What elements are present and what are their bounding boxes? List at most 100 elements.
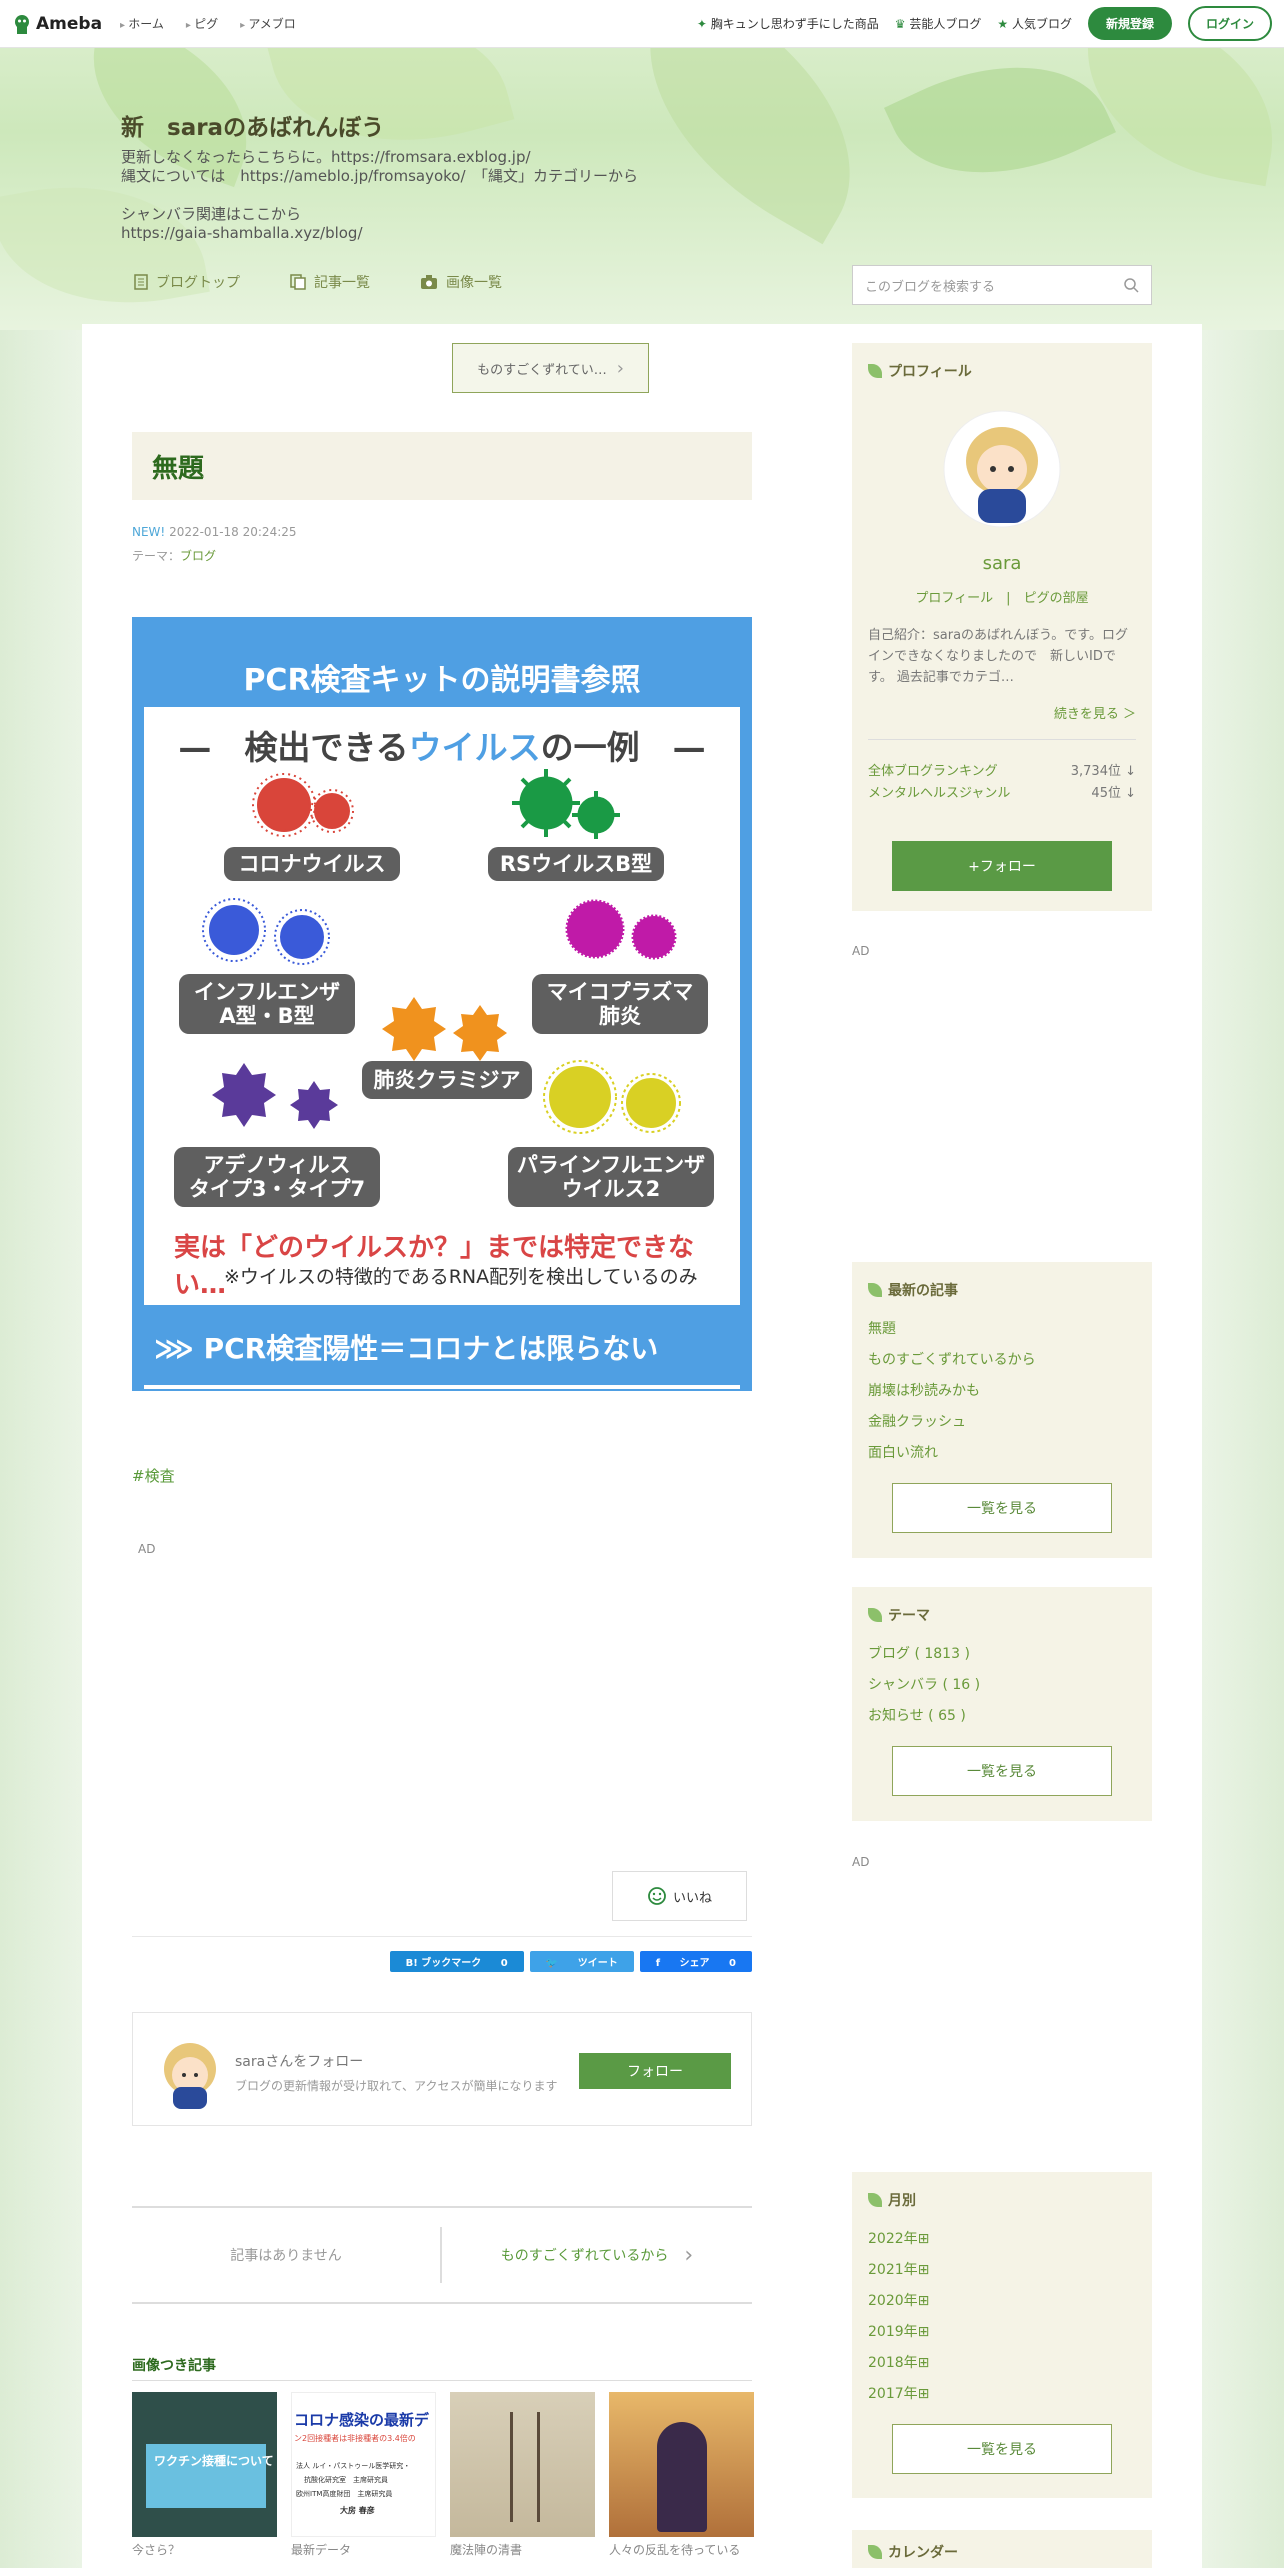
expand-icon[interactable]: ⊞ <box>918 2386 930 2402</box>
thumbnail-text: コロナ感染の最新デ <box>294 2411 430 2429</box>
month-item[interactable]: 2017年⊞ <box>852 2379 1152 2410</box>
month-label: 2020年 <box>868 2293 918 2309</box>
expand-icon[interactable]: ⊞ <box>918 2262 930 2278</box>
follow-button[interactable]: フォロー <box>579 2053 731 2089</box>
month-item[interactable]: 2020年⊞ <box>852 2286 1152 2317</box>
article-image[interactable]: PCR検査キットの説明書参照 — 検出できるウイルスの一例 — コロナウイルス … <box>132 617 752 1391</box>
label-influenza: インフルエンザ A型・B型 <box>179 974 355 1034</box>
profile-intro: 自己紹介：saraのあばれんぼう。です。ログインできなくなりましたので 新しいI… <box>868 628 1128 685</box>
ad-label: AD <box>138 1542 156 1556</box>
profile-links: プロフィール | ピグの部屋 <box>915 591 1089 606</box>
prev-article-label: ものすごくずれてい… <box>477 362 607 378</box>
ranking-labels: 全体ブログランキング メンタルヘルスジャンル <box>868 761 1010 805</box>
sidebar-follow-button[interactable]: +フォロー <box>892 841 1112 891</box>
login-button[interactable]: ログイン <box>1187 6 1272 41</box>
pager-next[interactable]: ものすごくずれているから › <box>442 2243 752 2268</box>
nav-goods[interactable]: ✦ 胸キュンし思わず手にした商品 <box>697 15 879 32</box>
nav-ameblo[interactable]: アメブロ <box>240 15 295 32</box>
like-label: いいね <box>672 1890 712 1906</box>
triple-chevron-icon: ⋙ <box>154 1332 194 1365</box>
profile-name[interactable]: sara <box>852 553 1152 574</box>
expand-icon[interactable]: ⊞ <box>918 2231 930 2247</box>
nav-goods-label: 胸キュンし思わず手にした商品 <box>710 17 879 31</box>
hatena-bookmark-button[interactable]: B! ブックマーク 0 <box>389 1951 524 1972</box>
month-item[interactable]: 2019年⊞ <box>852 2317 1152 2348</box>
tab-label: 記事一覧 <box>314 275 370 291</box>
month-item[interactable]: 2022年⊞ <box>852 2224 1152 2255</box>
ranking-label[interactable]: メンタルヘルスジャンル <box>868 783 1010 805</box>
prev-article-button[interactable]: ものすごくずれてい… › <box>452 343 649 393</box>
image-article-item[interactable]: コロナ感染の最新デ ン2回接種者は非接種者の3.4倍の 法人 ルイ・パストゥール… <box>291 2392 436 2558</box>
entry-date: 2022-01-18 20:24:25 <box>169 525 297 539</box>
label-rs-virus: RSウイルスB型 <box>488 847 664 881</box>
recent-article-link[interactable]: 金融クラッシュ <box>852 1407 1152 1438</box>
tab-image-list[interactable]: 画像一覧 <box>420 272 502 292</box>
calendar-heading: カレンダー <box>852 2530 1152 2562</box>
pigg-room-link[interactable]: ピグの部屋 <box>1024 591 1089 606</box>
theme-link[interactable]: ブログ ( 1813 ) <box>852 1639 1152 1670</box>
hashtag-link[interactable]: #検査 <box>132 1465 175 1486</box>
ranking-label[interactable]: 全体ブログランキング <box>868 761 1010 783</box>
image-article-item[interactable]: 魔法陣の清書 <box>450 2392 595 2558</box>
document-icon <box>134 274 148 290</box>
thumbnail-caption: 最新データ <box>291 2543 352 2557</box>
image-article-item[interactable]: ワクチン接種について 今さら？ <box>132 2392 277 2558</box>
profile-link[interactable]: プロフィール <box>915 591 993 606</box>
nav-popular-blog[interactable]: ★ 人気ブログ <box>997 15 1072 32</box>
profile-avatar[interactable] <box>942 409 1062 529</box>
facebook-share-button[interactable]: f シェア 0 <box>639 1951 752 1972</box>
crown-icon: ♛ <box>894 17 906 31</box>
label-corona: コロナウイルス <box>224 847 400 881</box>
tweet-button[interactable]: 🐦 ツイート <box>529 1951 634 1972</box>
ranking-value: 3,734位 ↓ <box>1070 764 1136 779</box>
monthly-more-button[interactable]: 一覧を見る <box>892 2424 1112 2474</box>
recent-article-link[interactable]: 面白い流れ <box>852 1438 1152 1469</box>
tab-article-list[interactable]: 記事一覧 <box>290 272 370 292</box>
blog-search-input[interactable]: このブログを検索する <box>852 265 1152 305</box>
search-icon[interactable] <box>1123 277 1139 293</box>
theme-link[interactable]: お知らせ ( 65 ) <box>852 1701 1152 1732</box>
expand-icon[interactable]: ⊞ <box>918 2324 930 2340</box>
register-button[interactable]: 新規登録 <box>1087 7 1172 40</box>
expand-icon[interactable]: ⊞ <box>918 2355 930 2371</box>
month-label: 2021年 <box>868 2262 918 2278</box>
nav-home[interactable]: ホーム <box>120 15 164 32</box>
recent-more-button[interactable]: 一覧を見る <box>892 1483 1112 1533</box>
blog-tabs: ブログトップ 記事一覧 画像一覧 <box>134 272 502 292</box>
tab-blog-top[interactable]: ブログトップ <box>134 272 240 292</box>
new-badge: NEW! <box>132 525 166 539</box>
image-article-item[interactable]: 人々の反乱を待っている <box>609 2392 754 2558</box>
theme-link[interactable]: ブログ <box>180 549 216 563</box>
twitter-icon: 🐦 <box>545 1958 559 1969</box>
recent-article-link[interactable]: ものすごくずれているから <box>852 1345 1152 1376</box>
expand-icon[interactable]: ⊞ <box>918 2293 930 2309</box>
month-item[interactable]: 2018年⊞ <box>852 2348 1152 2379</box>
nav-celebrity-blog[interactable]: ♛ 芸能人ブログ <box>895 15 982 32</box>
thumbnail-text: 大房 春彦 <box>340 2506 375 2515</box>
month-item[interactable]: 2021年⊞ <box>852 2255 1152 2286</box>
label-parainfluenza: パラインフルエンザ ウイルス2 <box>508 1147 714 1207</box>
like-button[interactable]: いいね <box>612 1871 747 1921</box>
divider <box>132 2380 752 2381</box>
recent-article-link[interactable]: 崩壊は秒読みかも <box>852 1376 1152 1407</box>
monthly-heading: 月別 <box>852 2172 1152 2210</box>
image-bottom-line <box>144 1385 740 1389</box>
blog-title[interactable]: 新 saraのあばれんぼう <box>121 108 384 142</box>
nav-pigg[interactable]: ピグ <box>186 15 218 32</box>
ameba-logo[interactable]: Ameba <box>12 13 102 35</box>
follow-subtext: ブログの更新情報が受け取れて、アクセスが簡単になります <box>235 2079 558 2093</box>
chevron-right-icon: › <box>684 2242 694 2268</box>
follow-card: saraさんをフォロー ブログの更新情報が受け取れて、アクセスが簡単になります … <box>132 2012 752 2126</box>
theme-more-button[interactable]: 一覧を見る <box>892 1746 1112 1796</box>
profile-more-link[interactable]: 続きを見る ＞ <box>1054 703 1136 722</box>
influenza-icon <box>202 898 330 965</box>
ad-label: AD <box>852 1855 870 1869</box>
hatena-label: B! ブックマーク <box>405 1958 482 1969</box>
image-bottom-text: ⋙ PCR検査陽性＝コロナとは限らない <box>154 1327 658 1367</box>
theme-link[interactable]: シャンバラ ( 16 ) <box>852 1670 1152 1701</box>
thumbnail-caption: 今さら？ <box>132 2543 181 2557</box>
thumbnail-text: 法人 ルイ・パストゥール医学研究・ <box>296 2462 411 2470</box>
tab-label: 画像一覧 <box>446 275 502 291</box>
recent-article-link[interactable]: 無題 <box>852 1314 1152 1345</box>
image-inner-panel: — 検出できるウイルスの一例 — コロナウイルス RSウイルスB型 インフルエン… <box>144 707 740 1305</box>
